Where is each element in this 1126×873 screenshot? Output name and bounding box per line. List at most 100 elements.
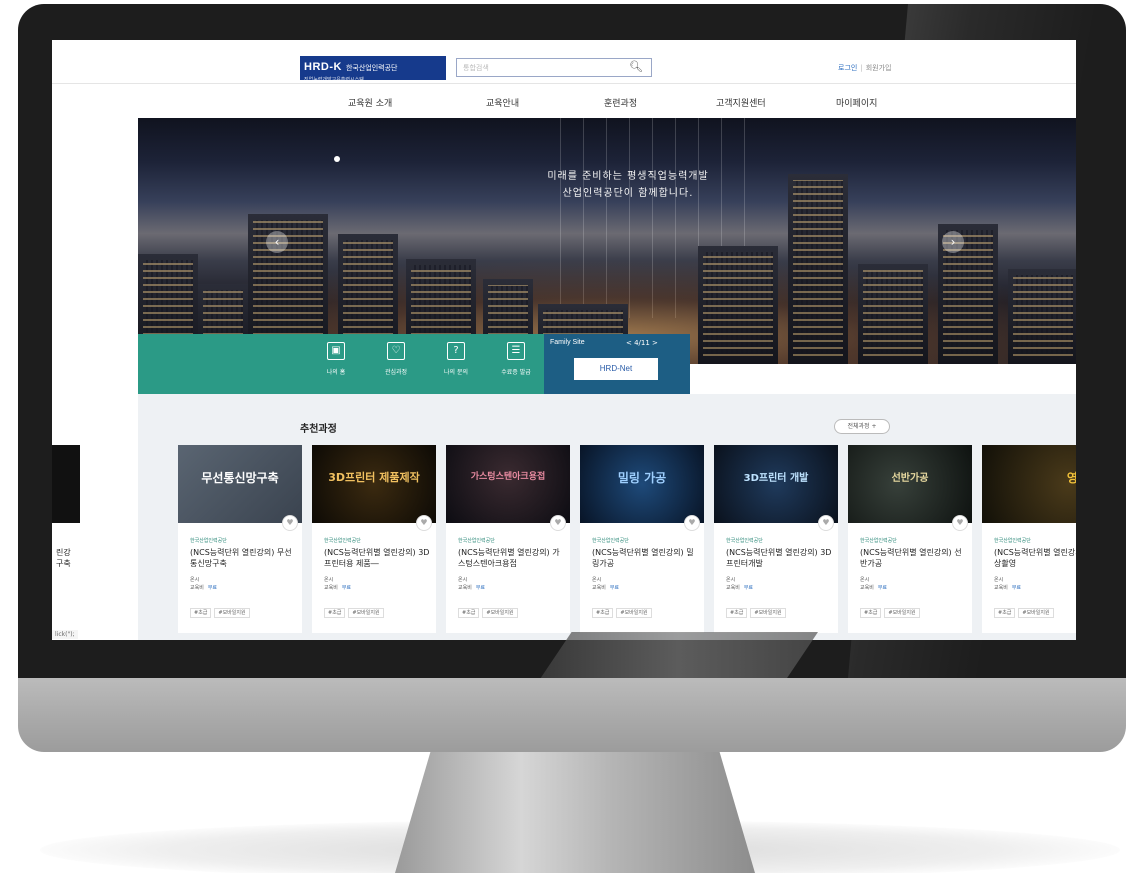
main-nav: 교육원 소개 교육안내 훈련과정 고객지원센터 마이페이지 bbox=[52, 90, 1076, 116]
course-card[interactable]: 3D프린터 제품제작 ♥ 한국산업인력공단 (NCS능력단위별 열린강의) 3D… bbox=[312, 445, 436, 633]
course-org: 한국산업인력공단 bbox=[726, 538, 763, 544]
monitor-chin bbox=[18, 676, 1126, 752]
course-card[interactable]: 선반가공 ♥ 한국산업인력공단 (NCS능력단위별 열린강의) 선반가공 온시 … bbox=[848, 445, 972, 633]
quick-item-interest[interactable]: ♡ 관심과정 bbox=[374, 342, 418, 376]
website-screen: HRD-K 한국산업인력공단 직업능력개발교육훈련시스템 통합검색 🔍︎ 로그인 |… bbox=[52, 40, 1076, 640]
course-thumbnail: 무선통신망구축 bbox=[178, 445, 302, 523]
search-input[interactable]: 통합검색 🔍︎ bbox=[456, 58, 652, 77]
course-card[interactable]: 무선통신망구축 ♥ 한국산업인력공단 (NCS능력단위 열린강의) 무선통신망구… bbox=[178, 445, 302, 633]
course-name: (NCS능력단위별 열린강의) 밀링가공 bbox=[592, 548, 694, 568]
course-type: 온시 bbox=[860, 577, 870, 583]
course-thumbnail: 3D프린터 개발 bbox=[714, 445, 838, 523]
nav-item-intro[interactable]: 교육원 소개 bbox=[348, 96, 392, 109]
course-fee: 교육비 무료 bbox=[860, 585, 888, 591]
favorite-heart-icon[interactable]: ♥ bbox=[282, 515, 298, 531]
favorite-heart-icon[interactable]: ♥ bbox=[416, 515, 432, 531]
course-thumbnail: 밀링 가공 bbox=[580, 445, 704, 523]
course-card[interactable]: 영상촬 한국산업인력공단 (NCS능력단위별 열린강의) 영상촬영 온시 교육비… bbox=[982, 445, 1076, 633]
course-thumbnail: 가스텅스텐아크용접 bbox=[446, 445, 570, 523]
course-tags: #초급 #모바일지원 bbox=[726, 608, 789, 618]
course-tags: #초급 #모바일지원 bbox=[592, 608, 655, 618]
quick-menu: ▣ 나의 홈 ♡ 관심과정 ? 나의 문의 ☰ 수료증 발급 bbox=[138, 334, 544, 394]
hero-banner: 미래를 준비하는 평생직업능력개발 산업인력공단이 함께합니다. ‹ › bbox=[138, 118, 1076, 364]
favorite-heart-icon[interactable]: ♥ bbox=[684, 515, 700, 531]
course-card[interactable]: 밀링 가공 ♥ 한국산업인력공단 (NCS능력단위별 열린강의) 밀링가공 온시… bbox=[580, 445, 704, 633]
search-icon[interactable]: 🔍︎ bbox=[629, 60, 643, 73]
course-org: 한국산업인력공단 bbox=[458, 538, 495, 544]
course-name: 린강 구축 bbox=[56, 548, 71, 568]
course-org: 한국산업인력공단 bbox=[860, 538, 897, 544]
favorite-heart-icon[interactable]: ♥ bbox=[818, 515, 834, 531]
top-links: 로그인 | 회원가입 bbox=[838, 64, 892, 72]
nav-item-support[interactable]: 고객지원센터 bbox=[716, 96, 766, 109]
logo-name: 한국산업인력공단 bbox=[345, 65, 398, 72]
home-monitor-icon: ▣ bbox=[327, 342, 345, 360]
hero-line-1: 미래를 준비하는 평생직업능력개발 bbox=[547, 171, 709, 182]
course-thumbnail: 3D프린터 제품제작 bbox=[312, 445, 436, 523]
heart-doc-icon: ♡ bbox=[387, 342, 405, 360]
course-name: (NCS능력단위별 열린강의) 영상촬영 bbox=[994, 548, 1076, 568]
course-type: 온시 bbox=[726, 577, 736, 583]
hero-next-arrow[interactable]: › bbox=[942, 231, 964, 253]
course-name: (NCS능력단위별 열린강의) 선반가공 bbox=[860, 548, 962, 568]
browser-status-bar: lick("); bbox=[52, 630, 78, 639]
search-placeholder: 통합검색 bbox=[463, 64, 489, 72]
site-logo[interactable]: HRD-K 한국산업인력공단 직업능력개발교육훈련시스템 bbox=[300, 56, 446, 83]
all-courses-button[interactable]: 전체과정 + bbox=[834, 419, 890, 434]
join-link[interactable]: 회원가입 bbox=[866, 64, 892, 72]
course-card-partial[interactable]: 린강 구축 bbox=[52, 445, 80, 633]
course-card[interactable]: 가스텅스텐아크용접 ♥ 한국산업인력공단 (NCS능력단위별 열린강의) 가스텅… bbox=[446, 445, 570, 633]
monitor-mockup: HRD-K 한국산업인력공단 직업능력개발교육훈련시스템 통합검색 🔍︎ 로그인 |… bbox=[0, 0, 1126, 873]
site-header: HRD-K 한국산업인력공단 직업능력개발교육훈련시스템 통합검색 🔍︎ 로그인 |… bbox=[52, 40, 1076, 84]
nav-item-guide[interactable]: 교육안내 bbox=[486, 96, 519, 109]
favorite-heart-icon[interactable]: ♥ bbox=[550, 515, 566, 531]
family-site-title: Family Site bbox=[550, 339, 585, 346]
slide-indicator[interactable] bbox=[334, 156, 340, 162]
monitor-bezel: HRD-K 한국산업인력공단 직업능력개발교육훈련시스템 통합검색 🔍︎ 로그인 |… bbox=[18, 4, 1126, 678]
course-fee: 교육비 무료 bbox=[190, 585, 218, 591]
nav-item-mypage[interactable]: 마이페이지 bbox=[836, 96, 877, 109]
course-fee: 교육비 무료 bbox=[324, 585, 352, 591]
login-link[interactable]: 로그인 bbox=[838, 64, 857, 72]
nav-item-courses[interactable]: 훈련과정 bbox=[604, 96, 637, 109]
family-site-pager[interactable]: < 4/11 > bbox=[626, 339, 658, 347]
course-thumbnail: 영상촬 bbox=[982, 445, 1076, 523]
course-tags: #초급 #모바일지원 bbox=[324, 608, 387, 618]
quick-item-certificate[interactable]: ☰ 수료증 발급 bbox=[494, 342, 538, 376]
course-fee: 교육비 무료 bbox=[994, 585, 1022, 591]
course-tags: #초급 #모바일지원 bbox=[860, 608, 923, 618]
question-icon: ? bbox=[447, 342, 465, 360]
course-tags: #초급 #모바일지원 bbox=[994, 608, 1057, 618]
course-type: 온시 bbox=[994, 577, 1004, 583]
course-name: (NCS능력단위별 열린강의) 3D프린터개발 bbox=[726, 548, 832, 568]
course-fee: 교육비 무료 bbox=[592, 585, 620, 591]
course-name: (NCS능력단위 열린강의) 무선통신망구축 bbox=[190, 548, 292, 568]
logo-subtitle: 직업능력개발교육훈련시스템 bbox=[304, 77, 364, 83]
course-fee: 교육비 무료 bbox=[726, 585, 754, 591]
course-tags: #초급 #모바일지원 bbox=[458, 608, 521, 618]
family-site: Family Site < 4/11 > HRD-Net bbox=[544, 334, 690, 394]
course-org: 한국산업인력공단 bbox=[324, 538, 361, 544]
course-type: 온시 bbox=[458, 577, 468, 583]
course-card[interactable]: 3D프린터 개발 ♥ 한국산업인력공단 (NCS능력단위별 열린강의) 3D프린… bbox=[714, 445, 838, 633]
course-org: 한국산업인력공단 bbox=[190, 538, 227, 544]
course-name: (NCS능력단위별 열린강의) 3D프린터용 제품― bbox=[324, 548, 430, 568]
certificate-icon: ☰ bbox=[507, 342, 525, 360]
section-title: 추천과정 bbox=[300, 424, 337, 435]
monitor-stand bbox=[395, 750, 755, 873]
course-fee: 교육비 무료 bbox=[458, 585, 486, 591]
hero-line-2: 산업인력공단이 함께합니다. bbox=[562, 188, 694, 199]
course-name: (NCS능력단위별 열린강의) 가스텅스텐아크용접 bbox=[458, 548, 560, 568]
course-thumbnail: 선반가공 bbox=[848, 445, 972, 523]
course-type: 온시 bbox=[324, 577, 334, 583]
quick-item-inquiry[interactable]: ? 나의 문의 bbox=[434, 342, 478, 376]
family-site-card[interactable]: HRD-Net bbox=[574, 358, 658, 380]
course-tags: #초급 #모바일지원 bbox=[190, 608, 253, 618]
course-org: 한국산업인력공단 bbox=[994, 538, 1031, 544]
course-type: 온시 bbox=[190, 577, 200, 583]
quick-item-my-home[interactable]: ▣ 나의 홈 bbox=[314, 342, 358, 376]
course-type: 온시 bbox=[592, 577, 602, 583]
hero-prev-arrow[interactable]: ‹ bbox=[266, 231, 288, 253]
logo-brand: HRD-K bbox=[304, 61, 342, 73]
favorite-heart-icon[interactable]: ♥ bbox=[952, 515, 968, 531]
